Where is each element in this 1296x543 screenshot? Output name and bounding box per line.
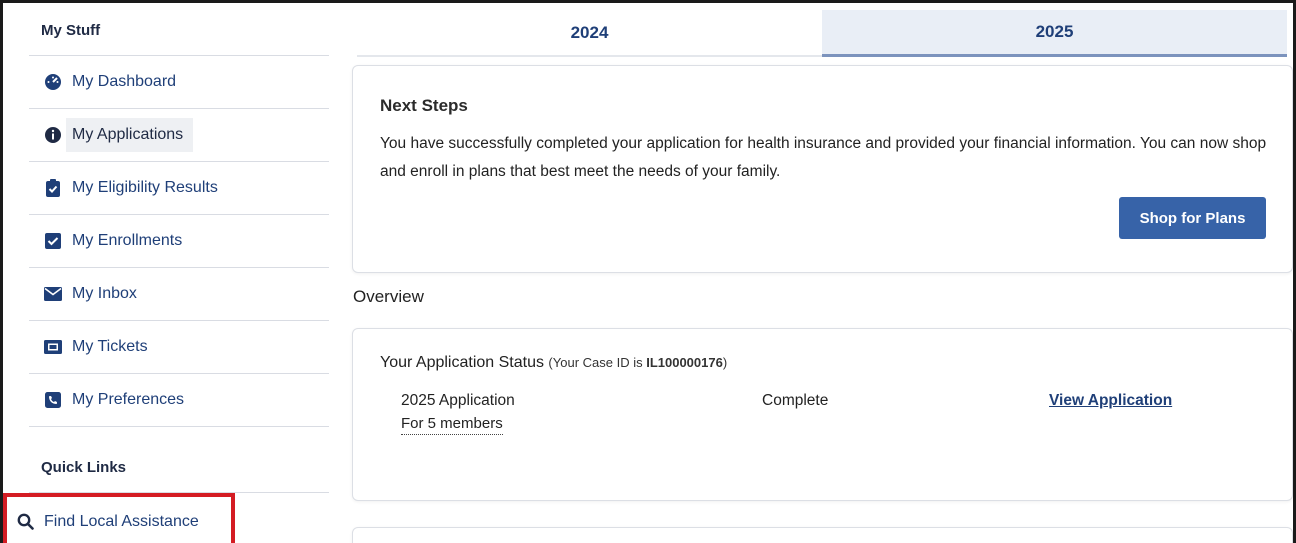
shop-for-plans-button[interactable]: Shop for Plans (1119, 197, 1266, 239)
sidebar-item-label: My Eligibility Results (72, 179, 218, 196)
sidebar-item-label: My Preferences (72, 391, 185, 408)
checkbox-icon (43, 231, 63, 251)
envelope-icon (43, 284, 63, 304)
sidebar-item-enrollments[interactable]: My Enrollments (29, 215, 329, 268)
sidebar: My Stuff My Dashboard My Applications My… (29, 3, 329, 543)
find-local-assistance-label: Find Local Assistance (44, 512, 199, 530)
sidebar-item-applications[interactable]: My Applications (29, 109, 329, 162)
phone-square-icon (43, 390, 63, 410)
sidebar-item-label: My Enrollments (72, 232, 183, 249)
case-id: IL100000176 (646, 355, 723, 370)
sidebar-item-dashboard[interactable]: My Dashboard (29, 56, 329, 109)
info-circle-icon (43, 125, 63, 145)
sidebar-item-label: My Dashboard (72, 73, 177, 90)
case-prefix: (Your Case ID is (548, 355, 647, 370)
sidebar-item-label: My Inbox (72, 285, 137, 302)
case-id-note: (Your Case ID is IL100000176) (548, 355, 727, 370)
sidebar-item-label: My Tickets (72, 338, 148, 355)
tab-2024[interactable]: 2024 (357, 10, 822, 57)
clipboard-check-icon (43, 178, 63, 198)
sidebar-header: My Stuff (29, 3, 329, 56)
app-frame: My Stuff My Dashboard My Applications My… (0, 0, 1296, 543)
tab-2025[interactable]: 2025 (822, 10, 1287, 57)
sidebar-item-eligibility[interactable]: My Eligibility Results (29, 162, 329, 215)
dashboard-gauge-icon (43, 72, 63, 92)
ticket-icon (43, 337, 63, 357)
next-steps-card: Next Steps You have successfully complet… (352, 65, 1293, 273)
case-suffix: ) (722, 355, 728, 370)
next-steps-text: You have successfully completed your app… (380, 135, 1267, 180)
find-local-assistance-link[interactable]: Find Local Assistance (3, 493, 235, 543)
overview-heading: Overview (353, 287, 424, 306)
application-name: 2025 Application (401, 392, 515, 409)
application-status-card: Your Application Status (Your Case ID is… (352, 328, 1293, 501)
next-steps-title: Next Steps (380, 96, 468, 115)
application-status-title: Your Application Status (Your Case ID is… (380, 354, 727, 372)
sidebar-item-label: My Applications (66, 118, 194, 152)
search-icon (17, 513, 35, 531)
sidebar-item-preferences[interactable]: My Preferences (29, 374, 329, 427)
application-members[interactable]: For 5 members (401, 415, 503, 435)
next-card (352, 527, 1293, 543)
year-tabs: 2024 2025 (357, 10, 1287, 57)
sidebar-item-inbox[interactable]: My Inbox (29, 268, 329, 321)
view-application-link[interactable]: View Application (1049, 392, 1172, 410)
sidebar-item-tickets[interactable]: My Tickets (29, 321, 329, 374)
status-title-text: Your Application Status (380, 354, 544, 371)
quick-links-header: Quick Links (29, 427, 329, 493)
application-status-value: Complete (762, 392, 829, 409)
